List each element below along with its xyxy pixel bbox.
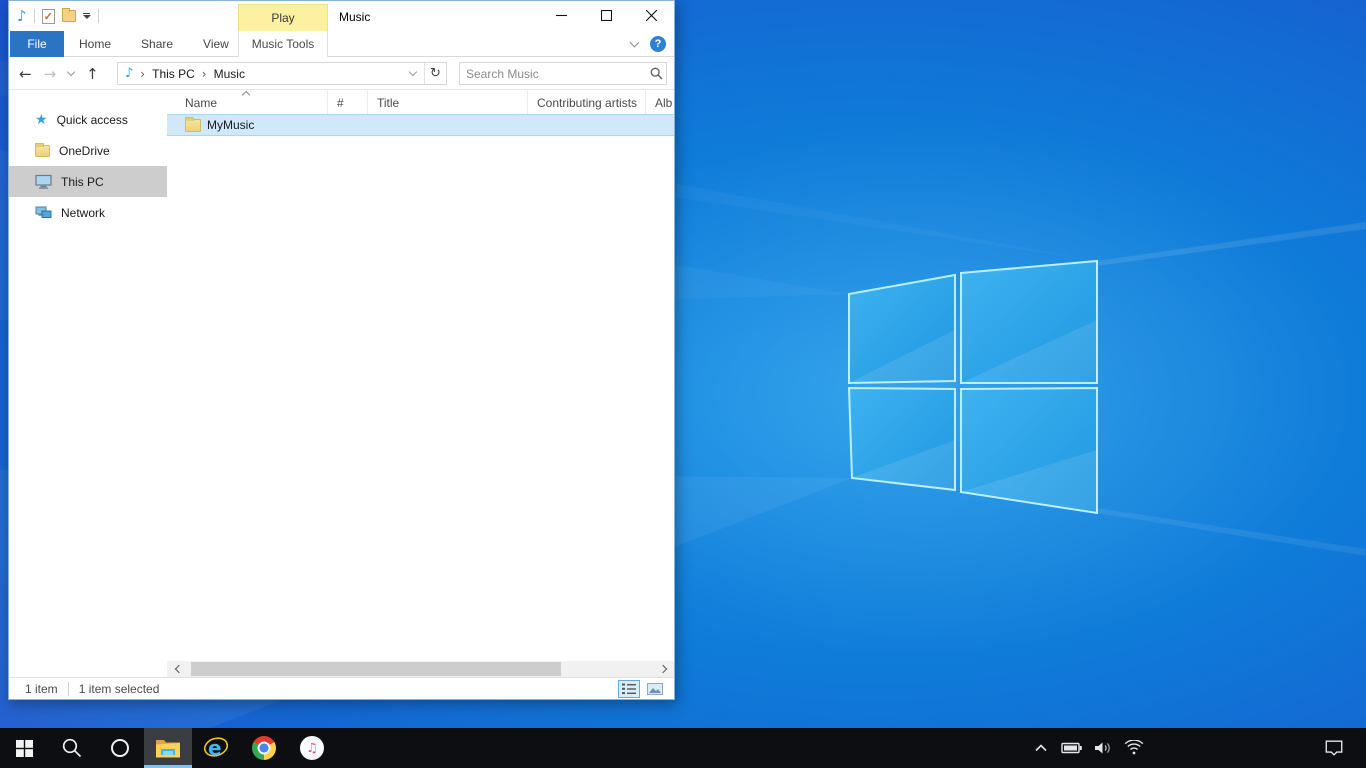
scrollbar-thumb[interactable]: [191, 662, 561, 676]
ribbon-tab-row: File Home Share View Music Tools ?: [9, 31, 674, 57]
recent-locations-icon[interactable]: [67, 68, 75, 76]
tab-home[interactable]: Home: [64, 31, 126, 57]
quick-access-toolbar: ♪: [17, 1, 99, 31]
customize-dropdown-icon[interactable]: [83, 13, 91, 20]
location-music-icon: ♪: [125, 67, 133, 80]
minimize-button[interactable]: [539, 1, 584, 30]
sidebar-item-this-pc[interactable]: This PC: [9, 166, 167, 197]
action-center-icon: [1324, 738, 1344, 758]
forward-icon[interactable]: →: [44, 65, 57, 83]
explorer-window: ♪ Play Music File Home Share View: [8, 0, 675, 700]
wifi-icon[interactable]: [1122, 728, 1146, 768]
internet-explorer-icon: e: [203, 735, 229, 761]
horizontal-scrollbar[interactable]: [167, 661, 674, 677]
search-icon: [61, 737, 83, 759]
quick-access-star-icon: ★: [35, 113, 48, 127]
toolbar-separator: [34, 9, 35, 23]
window-title: Music: [339, 10, 370, 24]
collapse-ribbon-icon[interactable]: [630, 37, 640, 47]
file-explorer-icon: [155, 737, 181, 759]
volume-icon[interactable]: [1091, 728, 1115, 768]
details-view-button[interactable]: [618, 680, 640, 698]
this-pc-monitor-icon: [35, 174, 52, 189]
tab-share[interactable]: Share: [126, 31, 188, 57]
main-area: ★ Quick access OneDrive This PC: [9, 90, 674, 661]
taskbar-search-button[interactable]: [48, 728, 96, 768]
up-icon[interactable]: ↑: [86, 65, 99, 83]
taskbar-internet-explorer[interactable]: e: [192, 728, 240, 768]
toolbar-separator: [98, 9, 99, 23]
item-count: 1 item: [9, 682, 58, 696]
properties-check-icon[interactable]: [42, 9, 55, 24]
address-bar: ← → ↑ ♪ › This PC › Music ↻: [9, 57, 674, 90]
start-button[interactable]: [0, 728, 48, 768]
new-folder-icon[interactable]: [62, 10, 76, 22]
tab-view[interactable]: View: [188, 31, 244, 57]
search-input[interactable]: [460, 67, 646, 81]
back-icon[interactable]: ←: [19, 65, 32, 83]
contextual-tab-play[interactable]: Play: [238, 4, 328, 31]
battery-icon[interactable]: [1060, 728, 1084, 768]
scroll-right-icon[interactable]: [656, 661, 672, 677]
cortana-circle-icon: [110, 738, 130, 758]
chrome-icon: [252, 736, 276, 760]
column-header-title[interactable]: Title: [368, 90, 528, 114]
windows-start-icon: [16, 740, 33, 757]
folder-icon: [185, 119, 201, 132]
sidebar-item-label: Quick access: [57, 113, 128, 127]
taskbar-file-explorer[interactable]: [144, 728, 192, 768]
scroll-left-icon[interactable]: [169, 661, 185, 677]
status-separator: [68, 682, 69, 696]
taskbar-itunes[interactable]: ♫: [288, 728, 336, 768]
tab-file[interactable]: File: [10, 31, 64, 57]
refresh-icon[interactable]: ↻: [424, 63, 446, 84]
sort-ascending-icon: [242, 91, 250, 99]
sidebar-item-label: OneDrive: [59, 144, 110, 158]
titlebar[interactable]: ♪ Play Music: [9, 1, 674, 31]
column-header-contributing-artists[interactable]: Contributing artists: [528, 90, 646, 114]
file-row-mymusic[interactable]: MyMusic: [167, 114, 674, 136]
sidebar-item-onedrive[interactable]: OneDrive: [9, 135, 167, 166]
app-music-note-icon: ♪: [17, 9, 27, 24]
address-dropdown-icon[interactable]: [402, 63, 424, 84]
taskbar-chrome[interactable]: [240, 728, 288, 768]
column-header-album[interactable]: Alb: [646, 90, 674, 114]
onedrive-folder-icon: [35, 145, 50, 157]
search-icon[interactable]: [646, 67, 666, 80]
breadcrumb-separator: ›: [140, 67, 145, 81]
sidebar-item-label: This PC: [61, 175, 104, 189]
navigation-pane: ★ Quick access OneDrive This PC: [9, 90, 167, 661]
breadcrumb-separator: ›: [202, 67, 207, 81]
maximize-button[interactable]: [584, 1, 629, 30]
column-header-number[interactable]: #: [328, 90, 368, 114]
caption-buttons: [539, 1, 674, 30]
system-tray: [1029, 728, 1146, 768]
address-box[interactable]: ♪ › This PC › Music ↻: [117, 62, 447, 85]
search-box: [459, 62, 667, 85]
cortana-button[interactable]: [96, 728, 144, 768]
breadcrumb-this-pc[interactable]: This PC: [152, 67, 195, 81]
itunes-icon: ♫: [300, 736, 324, 760]
tray-expand-icon[interactable]: [1029, 728, 1053, 768]
thumbnail-view-button[interactable]: [644, 680, 666, 698]
file-name: MyMusic: [207, 118, 254, 132]
network-icon: [35, 205, 52, 220]
file-list: Name # Title Contributing artists Alb My…: [167, 90, 674, 661]
selected-count: 1 item selected: [79, 682, 160, 696]
sidebar-item-quick-access[interactable]: ★ Quick access: [9, 104, 167, 135]
close-button[interactable]: [629, 1, 674, 30]
sidebar-item-network[interactable]: Network: [9, 197, 167, 228]
column-headers: Name # Title Contributing artists Alb: [167, 90, 674, 114]
help-icon[interactable]: ?: [650, 36, 666, 52]
taskbar: e ♫: [0, 728, 1366, 768]
column-header-name[interactable]: Name: [167, 90, 328, 114]
action-center-button[interactable]: [1312, 728, 1356, 768]
breadcrumb-music[interactable]: Music: [214, 67, 245, 81]
sidebar-item-label: Network: [61, 206, 105, 220]
status-bar: 1 item 1 item selected: [9, 677, 674, 699]
tab-music-tools[interactable]: Music Tools: [238, 31, 328, 57]
